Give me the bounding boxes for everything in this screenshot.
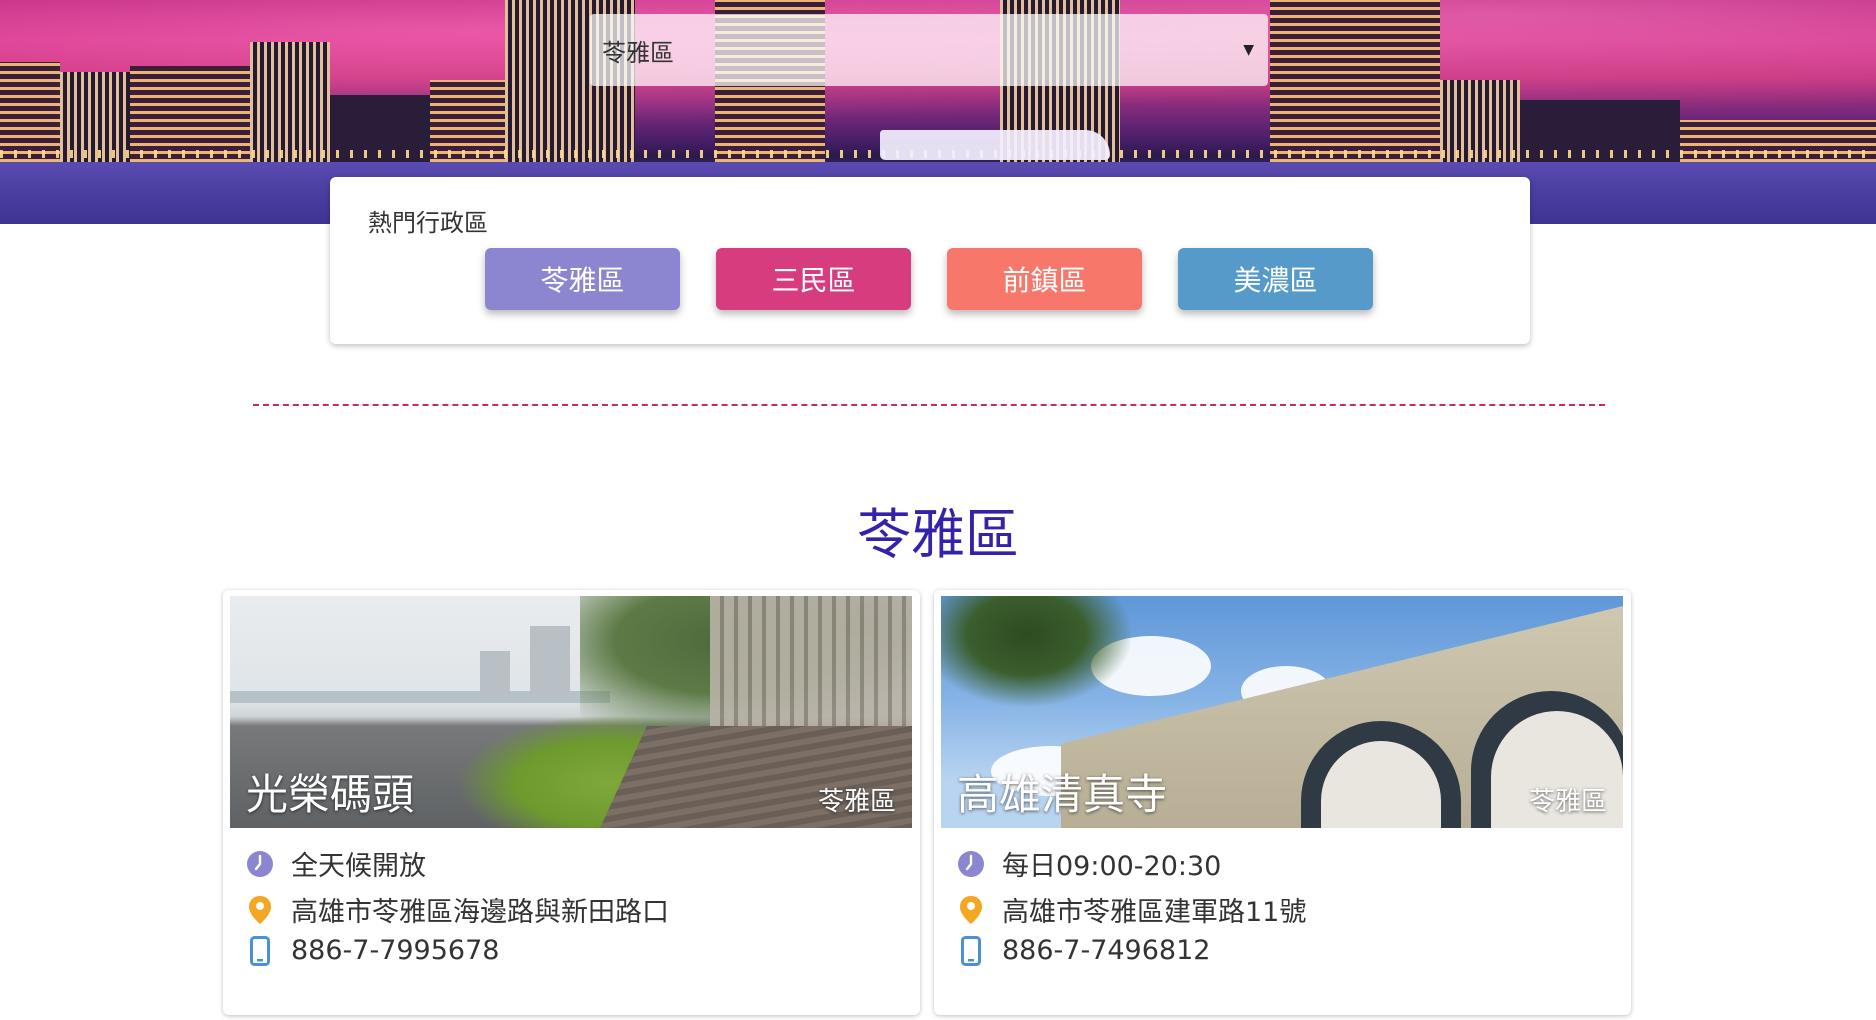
attraction-card[interactable]: 光榮碼頭 苓雅區 全天候開放 高雄市苓雅區海邊路與新田路口 886-7-7995…	[223, 590, 920, 1015]
phone: 886-7-7496812	[956, 935, 1210, 966]
section-title: 苓雅區	[857, 503, 1019, 566]
opening-hours: 全天候開放	[245, 844, 426, 883]
distant-tower	[530, 626, 570, 696]
district-button-meinong[interactable]: 美濃區	[1178, 248, 1373, 310]
skyline-building	[130, 66, 250, 162]
map-pin-icon	[245, 895, 275, 925]
district-button-sanmin[interactable]: 三民區	[716, 248, 911, 310]
address: 高雄市苓雅區建軍路11號	[956, 890, 1306, 929]
distant-tower	[480, 651, 510, 696]
attraction-photo: 光榮碼頭 苓雅區	[230, 596, 912, 828]
attraction-name: 高雄清真寺	[957, 770, 1168, 819]
phone-icon	[245, 935, 275, 966]
popular-districts-buttons: 苓雅區 三民區 前鎮區 美濃區	[485, 248, 1373, 310]
skyline-building	[0, 62, 60, 162]
address: 高雄市苓雅區海邊路與新田路口	[245, 890, 669, 929]
district-button-lingya[interactable]: 苓雅區	[485, 248, 680, 310]
attraction-zone: 苓雅區	[817, 787, 896, 817]
opening-hours-text: 每日09:00-20:30	[1002, 851, 1222, 882]
opening-hours-text: 全天候開放	[291, 851, 426, 882]
skyline-building	[1270, 0, 1440, 162]
phone-icon	[956, 935, 986, 966]
phone: 886-7-7995678	[245, 935, 499, 966]
attraction-zone: 苓雅區	[1528, 787, 1607, 817]
apartment-building	[710, 596, 912, 736]
district-button-qianzhen[interactable]: 前鎮區	[947, 248, 1142, 310]
map-pin-icon	[956, 895, 986, 925]
dropdown-caret-icon: ▼	[1243, 42, 1254, 58]
ship	[880, 130, 1110, 160]
skyline-building	[250, 42, 330, 162]
attraction-card[interactable]: 高雄清真寺 苓雅區 每日09:00-20:30 高雄市苓雅區建軍路11號 886…	[934, 590, 1631, 1015]
clock-icon	[245, 849, 275, 879]
opening-hours: 每日09:00-20:30	[956, 844, 1221, 883]
address-text: 高雄市苓雅區建軍路11號	[1002, 897, 1307, 928]
address-text: 高雄市苓雅區海邊路與新田路口	[291, 897, 669, 928]
attraction-name: 光榮碼頭	[246, 770, 415, 819]
section-divider	[253, 404, 1605, 406]
district-select[interactable]: 苓雅區 ▼	[590, 14, 1268, 86]
popular-districts-heading: 熱門行政區	[368, 209, 488, 237]
attraction-photo: 高雄清真寺 苓雅區	[941, 596, 1623, 828]
clock-icon	[956, 849, 986, 879]
popular-districts-panel: 熱門行政區 苓雅區 三民區 前鎮區 美濃區	[330, 177, 1530, 344]
skyline-building	[60, 72, 130, 162]
phone-text: 886-7-7496812	[1002, 935, 1211, 966]
phone-text: 886-7-7995678	[291, 935, 500, 966]
district-select-value: 苓雅區	[602, 38, 674, 67]
tree	[941, 596, 1131, 706]
